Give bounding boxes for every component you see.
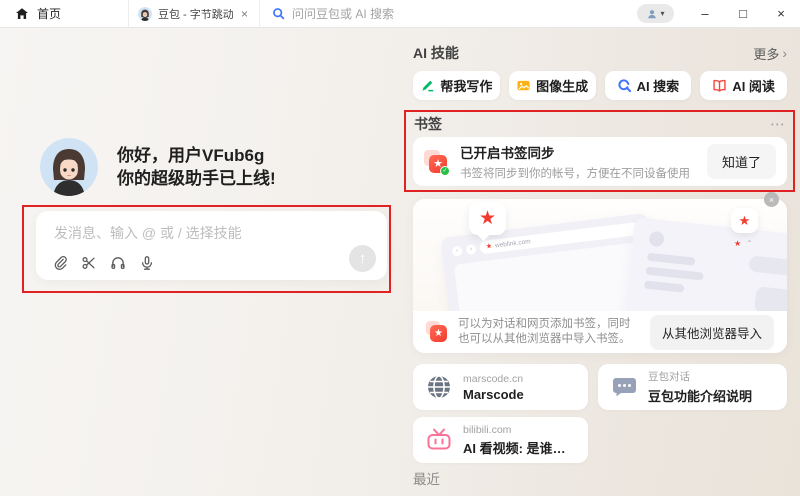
bookmark-sync-icon: ★ ✓ xyxy=(424,149,450,176)
forward-icon: › xyxy=(465,243,477,255)
bookmark-title: AI 看视频: 是谁帮我写？作... xyxy=(463,440,576,456)
skills-more-label: 更多 xyxy=(753,46,780,62)
home-icon xyxy=(16,7,28,19)
skills-more-link[interactable]: 更多 › xyxy=(753,44,787,63)
star-icon: ★ xyxy=(485,242,493,251)
weblink-text: weblink.com xyxy=(494,238,532,250)
bilibili-icon xyxy=(425,426,453,454)
skill-write-button[interactable]: 帮我写作 xyxy=(413,71,500,100)
skill-search-label: AI 搜索 xyxy=(636,79,680,94)
user-avatar-icon xyxy=(648,9,657,18)
sync-card-subtitle: 书签将同步到你的帐号，方便在不同设备使用 xyxy=(460,168,690,180)
window-minimize-button[interactable]: – xyxy=(686,0,724,27)
recent-section-title: 最近 xyxy=(413,472,440,487)
assistant-avatar xyxy=(40,138,98,196)
message-input[interactable]: 发消息、输入 @ 或 / 选择技能 ↑ xyxy=(36,211,387,280)
bookmark-title: 豆包功能介绍说明 xyxy=(648,389,753,404)
tab-avatar-icon xyxy=(138,6,152,21)
ai-search-icon xyxy=(618,79,631,93)
skill-image-label: 图像生成 xyxy=(536,79,589,94)
attachment-icon[interactable] xyxy=(52,255,68,271)
book-icon xyxy=(713,79,726,92)
image-icon xyxy=(517,80,530,91)
message-input-placeholder: 发消息、输入 @ 或 / 选择技能 xyxy=(54,225,242,241)
skill-read-label: AI 阅读 xyxy=(732,79,775,94)
home-button[interactable]: 首页 xyxy=(0,0,128,27)
bookmark-title: Marscode xyxy=(463,386,524,402)
composer-toolbar xyxy=(52,255,155,271)
back-icon: ‹ xyxy=(451,245,463,257)
user-account-button[interactable]: ▾ xyxy=(637,4,674,23)
bookmark-domain: marscode.cn xyxy=(463,372,524,385)
globe-icon xyxy=(425,373,453,401)
star-icon: ★ xyxy=(478,208,497,229)
pen-icon xyxy=(422,80,434,92)
bookmark-card-marscode[interactable]: marscode.cn Marscode xyxy=(413,364,588,410)
microphone-icon[interactable] xyxy=(139,255,155,271)
browser-mockup-right xyxy=(623,217,787,311)
window-maximize-button[interactable]: □ xyxy=(724,0,762,27)
close-icon: × xyxy=(768,194,775,205)
headphones-icon[interactable] xyxy=(110,255,126,271)
bookmark-badge-large: ★ xyxy=(469,202,506,235)
promo-close-button[interactable]: × xyxy=(764,192,779,207)
star-icon: ★ xyxy=(738,212,751,228)
bookmark-card-doubao-chat[interactable]: 豆包对话 豆包功能介绍说明 xyxy=(598,364,787,410)
bookmark-badge-small: ★ xyxy=(731,208,758,233)
chat-icon xyxy=(610,373,638,401)
tab-title: 豆包 - 字节跳动旗下 AI xyxy=(158,8,233,21)
greeting-block: 你好，用户VFub6g 你的超级助手已上线! xyxy=(40,138,276,196)
tab-doubao[interactable]: 豆包 - 字节跳动旗下 AI × xyxy=(128,0,260,27)
promo-caption-row: ★ 可以为对话和网页添加书签，同时也可以从其他浏览器中导入书签。 从其他浏览器导… xyxy=(413,311,787,353)
bookmark-illustration: ‹ › ★ weblink.com ★ ★ ★ ⌃ xyxy=(413,199,787,311)
chevron-down-icon: ▾ xyxy=(660,8,665,18)
search-icon xyxy=(273,8,285,20)
sync-card-title: 已开启书签同步 xyxy=(460,146,555,161)
chevron-right-icon: › xyxy=(782,45,787,61)
skill-write-label: 帮我写作 xyxy=(440,79,493,94)
window-close-button[interactable]: × xyxy=(762,0,800,27)
greeting-line1: 你好，用户VFub6g xyxy=(117,146,265,165)
bookmarks-header: 书签 ⋯ xyxy=(414,114,786,134)
star-icon: ★ xyxy=(734,239,742,248)
doubao-app-window: 首页 豆包 - 字节跳动旗下 AI × 问问豆包或 AI 搜索 ▾ – □ × xyxy=(0,0,800,496)
skill-search-button[interactable]: AI 搜索 xyxy=(604,71,692,100)
bookmark-domain: 豆包对话 xyxy=(648,371,690,383)
screenshot-scissors-icon[interactable] xyxy=(81,255,97,271)
bookmarks-title: 书签 xyxy=(414,116,442,132)
tab-close-icon[interactable]: × xyxy=(239,7,250,21)
ai-skills-title: AI 技能 xyxy=(413,45,459,61)
omnibox-search[interactable]: 问问豆包或 AI 搜索 xyxy=(260,0,637,27)
top-bar: 首页 豆包 - 字节跳动旗下 AI × 问问豆包或 AI 搜索 ▾ – □ × xyxy=(0,0,800,28)
send-arrow-icon: ↑ xyxy=(358,250,367,267)
more-options-icon[interactable]: ⋯ xyxy=(770,115,786,133)
import-bookmarks-button[interactable]: 从其他浏览器导入 xyxy=(649,314,774,350)
home-label: 首页 xyxy=(37,7,62,21)
bookmark-star-icon: ★ xyxy=(430,325,447,342)
send-button[interactable]: ↑ xyxy=(349,245,376,272)
greeting-line2: 你的超级助手已上线! xyxy=(117,169,276,188)
ai-skills-row: 帮我写作 图像生成 AI 搜索 AI 阅读 xyxy=(413,71,787,100)
skill-image-button[interactable]: 图像生成 xyxy=(508,71,596,100)
got-it-button[interactable]: 知道了 xyxy=(706,144,776,179)
skill-read-button[interactable]: AI 阅读 xyxy=(700,71,787,100)
sync-card-text: 已开启书签同步 书签将同步到你的帐号，方便在不同设备使用 xyxy=(460,142,690,181)
main-content: 你好，用户VFub6g 你的超级助手已上线! 发消息、输入 @ 或 / 选择技能… xyxy=(0,28,800,496)
share-icon: ⌃ xyxy=(746,239,753,248)
bookmark-icon: ★ xyxy=(426,321,448,343)
bookmark-domain: bilibili.com xyxy=(463,423,512,436)
bookmark-sync-card: ★ ✓ 已开启书签同步 书签将同步到你的帐号，方便在不同设备使用 知道了 xyxy=(413,137,787,186)
ai-skills-header: AI 技能 更多 › xyxy=(413,43,787,63)
search-placeholder: 问问豆包或 AI 搜索 xyxy=(292,7,395,21)
bookmark-promo-card: × ‹ › ★ weblink.com ★ ★ ★ ⌃ ★ 可以为对话和网页添加… xyxy=(413,192,787,353)
bookmark-card-bilibili[interactable]: bilibili.com AI 看视频: 是谁帮我写？作... xyxy=(413,417,588,463)
check-badge-icon: ✓ xyxy=(440,165,450,176)
bookmark-badge-detail: ★ ⌃ xyxy=(734,239,753,248)
promo-caption-text: 可以为对话和网页添加书签，同时也可以从其他浏览器中导入书签。 xyxy=(458,318,631,345)
